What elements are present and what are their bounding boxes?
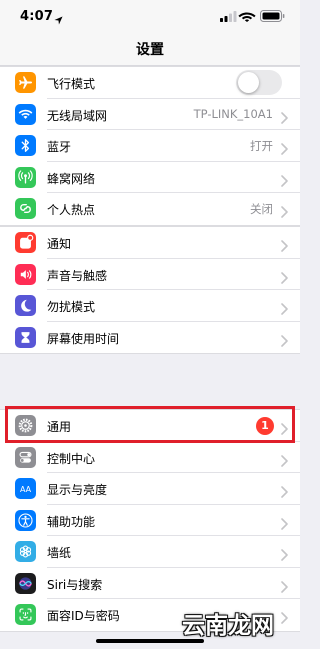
settings-row-do-not-disturb[interactable]: 勿扰模式: [0, 290, 300, 322]
settings-row-value: 关闭: [250, 202, 273, 216]
settings-row-label: 显示与亮度: [47, 483, 108, 497]
chevron-right-icon: [281, 300, 288, 319]
settings-row-control-center[interactable]: 控制中心: [0, 442, 300, 473]
settings-row-label: Siri与搜索: [47, 577, 103, 592]
bluetooth-icon: [15, 135, 36, 156]
settings-row-screen-time[interactable]: 屏幕使用时间: [0, 322, 300, 354]
wallpaper-icon: [15, 541, 36, 562]
settings-row-sounds[interactable]: 声音与触感: [0, 259, 300, 290]
settings-row-label: 声音与触感: [47, 268, 108, 283]
settings-row-label: 通用: [47, 420, 72, 434]
settings-row-label: 屏幕使用时间: [47, 331, 120, 346]
location-arrow-icon: [54, 10, 63, 29]
settings-row-label: 通知: [47, 237, 72, 251]
settings-row-siri[interactable]: Siri与搜索: [0, 568, 300, 599]
settings-row-bluetooth[interactable]: 蓝牙 打开: [0, 130, 300, 162]
wifi-icon: [15, 103, 36, 125]
toggle-knob: [238, 72, 259, 93]
nav-bar: 设置: [0, 30, 300, 66]
chevron-right-icon: [281, 420, 288, 439]
watermark: 云南龙网: [182, 612, 274, 639]
settings-row-label: 墙纸: [47, 546, 72, 560]
faceid-icon: [15, 604, 36, 625]
sounds-icon: [15, 263, 36, 285]
system-icons: [220, 10, 286, 22]
status-bar: 4:07: [0, 0, 300, 30]
settings-row-label: 控制中心: [47, 451, 96, 466]
svg-text:AA: AA: [20, 485, 32, 494]
settings-group-notifications: 通知 声音与触感 勿扰模式 屏幕使用时间: [0, 226, 300, 354]
page-title: 设置: [136, 42, 164, 58]
airplane-icon: [15, 72, 36, 93]
chevron-right-icon: [281, 578, 288, 597]
chevron-right-icon: [281, 483, 288, 502]
chevron-right-icon: [281, 452, 288, 471]
settings-row-general[interactable]: 通用 1: [0, 410, 300, 442]
settings-row-hotspot[interactable]: 个人热点 关闭: [0, 193, 300, 225]
settings-row-value: TP-LINK_10A1: [193, 106, 273, 121]
chevron-right-icon: [281, 332, 288, 351]
chevron-right-icon: [281, 269, 288, 288]
battery-icon: [260, 10, 285, 22]
chevron-right-icon: [281, 203, 288, 222]
control-center-icon: [15, 446, 36, 468]
settings-row-label: 无线局域网: [47, 108, 108, 123]
airplane-mode-toggle[interactable]: [236, 70, 282, 95]
settings-row-value: 打开: [250, 139, 273, 153]
settings-row-label: 辅助功能: [47, 514, 96, 529]
chevron-right-icon: [281, 140, 288, 159]
settings-row-notifications[interactable]: 通知: [0, 227, 300, 259]
display-icon: AA: [15, 478, 36, 499]
signal-icon: [220, 11, 237, 22]
settings-row-label: 勿扰模式: [47, 300, 96, 314]
status-time: 4:07: [20, 9, 54, 24]
chevron-right-icon: [281, 109, 288, 128]
settings-row-airplane-mode[interactable]: 飞行模式: [0, 67, 300, 99]
home-indicator[interactable]: [96, 639, 204, 643]
hotspot-icon: [15, 198, 36, 219]
cellular-icon: [15, 166, 36, 188]
siri-icon: [15, 572, 36, 594]
accessibility-icon: [15, 509, 36, 531]
settings-row-label: 个人热点: [47, 203, 96, 217]
settings-group-general: 通用 1 控制中心 AA 显示与亮度 辅助功能 墙纸 Siri与搜索 面容ID与…: [0, 409, 300, 632]
settings-row-label: 蓝牙: [47, 140, 72, 154]
gear-icon: [15, 415, 36, 436]
moon-icon: [15, 295, 36, 316]
settings-row-label: 蜂窝网络: [47, 171, 96, 186]
settings-row-accessibility[interactable]: 辅助功能: [0, 505, 300, 536]
settings-row-wallpaper[interactable]: 墙纸: [0, 536, 300, 568]
notification-badge: 1: [256, 417, 274, 435]
chevron-right-icon: [281, 546, 288, 565]
settings-row-cellular[interactable]: 蜂窝网络: [0, 162, 300, 193]
settings-row-wifi[interactable]: 无线局域网 TP-LINK_10A1: [0, 99, 300, 130]
settings-row-label: 面容ID与密码: [47, 609, 120, 623]
chevron-right-icon: [281, 515, 288, 534]
settings-group-connectivity: 飞行模式 无线局域网 TP-LINK_10A1 蓝牙 打开 蜂窝网络 个人热点 …: [0, 66, 300, 226]
chevron-right-icon: [281, 172, 288, 191]
settings-row-label: 飞行模式: [47, 77, 96, 91]
notifications-icon: [15, 232, 36, 253]
wifi-status-icon: [238, 12, 256, 22]
settings-row-display[interactable]: AA 显示与亮度: [0, 473, 300, 505]
hourglass-icon: [15, 326, 36, 348]
chevron-right-icon: [281, 237, 288, 256]
